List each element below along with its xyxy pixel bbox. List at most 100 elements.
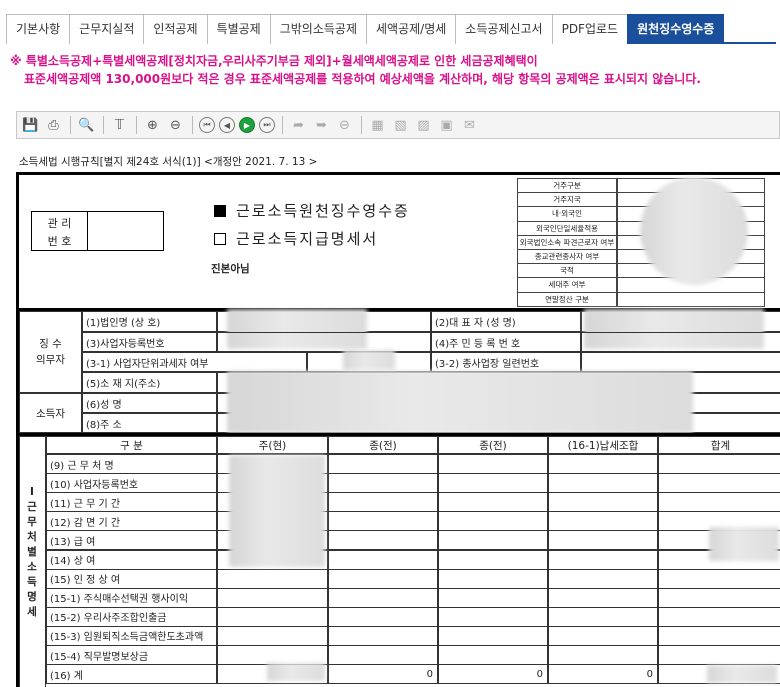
earner-name-label: (6)성 명 <box>82 393 217 413</box>
table-cell <box>438 473 548 494</box>
title-receipt: 근로소득원천징수영수증 <box>214 200 410 221</box>
table-cell <box>438 606 548 627</box>
resident-info-label: 외국법인소속 파견근로자 여부 <box>517 234 617 250</box>
tab-6[interactable]: 세액공제/명세 <box>366 14 457 44</box>
excel-icon[interactable]: ▦ <box>368 116 387 135</box>
next-page-icon[interactable]: ▶ <box>239 117 255 133</box>
last-page-icon[interactable]: ⏭ <box>259 117 275 133</box>
table-cell <box>548 606 658 627</box>
remove-icon[interactable]: ⊖ <box>335 116 354 135</box>
print-icon[interactable]: ⎙ <box>44 116 63 135</box>
column-header: 구 분 <box>46 436 217 454</box>
table-cell <box>658 568 780 589</box>
table-cell <box>328 606 438 627</box>
table-cell <box>438 492 548 513</box>
vertical-char: 무 <box>27 516 37 528</box>
table-cell <box>328 473 438 494</box>
tab-5[interactable]: 그밖의소득공제 <box>269 14 367 44</box>
tab-9[interactable]: 원천징수영수증 <box>627 14 725 44</box>
zoom-in-icon[interactable]: ⊕ <box>143 116 162 135</box>
table-cell <box>658 454 780 475</box>
reg-no-label: (4)주 민 등 록 번 호 <box>431 332 581 352</box>
table-cell <box>217 587 328 608</box>
row-label: (13) 급 여 <box>46 530 217 551</box>
tab-bar: 기본사항 근무지실적 인적공제 특별공제 그밖의소득공제 세액공제/명세 소득공제신고서 PD… <box>6 14 776 44</box>
first-page-icon[interactable]: ⏮ <box>199 117 215 133</box>
table-cell <box>438 549 548 570</box>
payer-label-2: 의무자 <box>36 354 65 366</box>
text-cursor-icon[interactable]: 𝕋 <box>110 116 129 135</box>
redacted-earner-info <box>227 371 693 433</box>
toolbar-divider <box>136 116 137 134</box>
tab-2[interactable]: 근무지실적 <box>69 14 145 44</box>
search-icon[interactable]: 🔍 <box>77 116 96 135</box>
prev-page-icon[interactable]: ◀ <box>219 117 235 133</box>
payer-group-label: 징 수 의무자 <box>19 311 82 393</box>
vertical-char: 근 <box>27 501 37 513</box>
word-icon[interactable]: ▧ <box>391 116 410 135</box>
table-cell <box>438 587 548 608</box>
table-cell <box>548 625 658 646</box>
hwp-icon[interactable]: ▨ <box>414 116 433 135</box>
row-label: (15-4) 직무발명보상금 <box>46 645 217 666</box>
tab-4[interactable]: 특별공제 <box>206 14 271 44</box>
table-cell <box>548 645 658 666</box>
table-cell <box>658 492 780 513</box>
redacted-current-workplace <box>229 455 325 567</box>
row-label: (15-1) 주식매수선택권 행사이익 <box>46 587 217 608</box>
row-label: (11) 근 무 기 간 <box>46 492 217 513</box>
tab-3[interactable]: 인적공제 <box>143 14 208 44</box>
tab-1[interactable]: 기본사항 <box>6 14 71 44</box>
branch-no-label: (3-2) 종사업장 일련번호 <box>431 352 581 372</box>
row-label: (16) 계 <box>46 664 217 685</box>
address-label: (5)소 재 지(주소) <box>82 372 217 393</box>
copy-label: 진본아님 <box>211 263 250 275</box>
table-cell <box>658 625 780 646</box>
table-cell <box>328 511 438 532</box>
form-reference: 소득세법 시행규칙[별지 제24호 서식(1)] <개정안 2021. 7. 1… <box>19 156 318 168</box>
notice-line-1: ※ 특별소득공제+특별세액공제[정치자금,우리사주기부금 제외]+월세액세액공제… <box>10 54 538 68</box>
reg-no-value <box>581 332 780 352</box>
withholding-receipt-form: 관 리 번 호 근로소득원천징수영수증 근로소득지급명세서 진본아님 거주구분 거… <box>16 172 780 687</box>
row-label: (14) 상 여 <box>46 549 217 570</box>
checked-square-icon <box>214 205 226 217</box>
toolbar-divider <box>70 116 71 134</box>
manage-label: 관 리 <box>47 217 72 230</box>
redacted-total-sum <box>707 665 777 683</box>
export-icon[interactable]: ➦ <box>289 116 308 135</box>
vertical-char: 소 <box>27 561 37 573</box>
redacted-salary-total <box>709 527 779 561</box>
number-label: 번 호 <box>47 235 72 248</box>
notice-line-2: 표준세액공제액 130,000원보다 적은 경우 표준세액공제를 적용하여 예상… <box>24 72 701 86</box>
save-icon[interactable]: 💾 <box>21 116 40 135</box>
table-cell <box>548 473 658 494</box>
import-icon[interactable]: ➥ <box>312 116 331 135</box>
image-icon[interactable]: ▣ <box>437 116 456 135</box>
redacted-total-current <box>267 663 325 681</box>
table-cell <box>548 511 658 532</box>
row-label: (9) 근 무 처 명 <box>46 454 217 475</box>
table-cell <box>438 511 548 532</box>
table-cell <box>217 625 328 646</box>
mail-icon[interactable]: ✉ <box>460 116 479 135</box>
tab-8[interactable]: PDF업로드 <box>551 14 629 44</box>
table-cell <box>438 645 548 666</box>
table-cell <box>658 587 780 608</box>
table-cell <box>658 645 780 666</box>
resident-info-label: 종교관련종사자 여부 <box>517 249 617 265</box>
table-cell <box>548 587 658 608</box>
title-statement: 근로소득지급명세서 <box>214 228 378 249</box>
vertical-char: 세 <box>27 606 37 618</box>
tab-7[interactable]: 소득공제신고서 <box>455 14 553 44</box>
row-label: (15) 인 정 상 여 <box>46 568 217 589</box>
zoom-out-icon[interactable]: ⊖ <box>166 116 185 135</box>
vertical-char: 득 <box>27 576 37 588</box>
table-cell <box>217 568 328 589</box>
table-cell <box>548 530 658 551</box>
income-section-vertical-text: I근무처별소득명세 <box>25 485 39 620</box>
report-toolbar: 💾 ⎙ 🔍 𝕋 ⊕ ⊖ ⏮ ◀ ▶ ⏭ ➦ ➥ ⊖ ▦ ▧ ▨ ▣ ✉ <box>16 111 780 139</box>
column-header: 주(현) <box>217 436 328 454</box>
table-cell <box>438 568 548 589</box>
column-header: (16-1)납세조합 <box>548 436 658 454</box>
table-cell <box>658 473 780 494</box>
